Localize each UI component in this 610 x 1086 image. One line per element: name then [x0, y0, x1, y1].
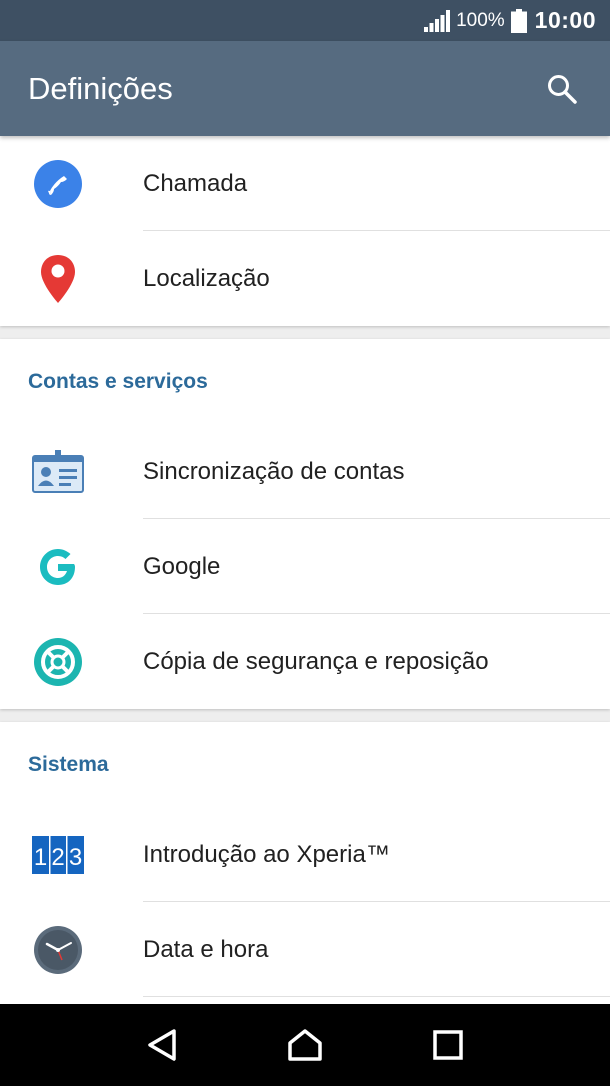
settings-item-label: Localização	[143, 264, 270, 292]
search-icon	[548, 74, 577, 104]
clock-icon	[32, 924, 84, 976]
back-icon	[147, 1029, 176, 1061]
svg-text:2: 2	[51, 844, 64, 871]
settings-list: Chamada Localização Contas e serviços Si…	[0, 136, 610, 1004]
back-button[interactable]	[132, 1015, 192, 1075]
navigation-bar	[0, 1004, 610, 1086]
xperia-intro-icon: 1 2 3	[32, 829, 84, 881]
status-time: 10:00	[534, 7, 596, 33]
status-bar: 100% 10:00	[0, 0, 610, 41]
settings-item-label: Google	[143, 552, 221, 580]
search-button[interactable]	[538, 65, 586, 113]
app-bar: Definições	[0, 41, 610, 136]
settings-item-partial[interactable]	[0, 997, 610, 1004]
settings-card-general: Chamada Localização	[0, 136, 610, 326]
section-header: Contas e serviços	[28, 369, 208, 393]
settings-item-xperia-intro[interactable]: 1 2 3 Introdução ao Xperia™	[0, 807, 610, 902]
settings-card-system: Sistema 1 2 3 Introdução ao Xperia™ Data…	[0, 722, 610, 1004]
phone-icon	[32, 158, 84, 210]
settings-item-date-time[interactable]: Data e hora	[0, 902, 610, 997]
settings-card-accounts: Contas e serviços Sincronização de conta…	[0, 339, 610, 709]
settings-item-chamada[interactable]: Chamada	[0, 136, 610, 231]
settings-item-label: Sincronização de contas	[143, 457, 405, 485]
location-pin-icon	[32, 253, 84, 305]
backup-restore-icon	[32, 636, 84, 688]
settings-item-backup[interactable]: Cópia de segurança e reposição	[0, 614, 610, 709]
signal-icon	[424, 9, 451, 32]
svg-text:1: 1	[34, 844, 47, 871]
settings-item-label: Cópia de segurança e reposição	[143, 647, 489, 675]
home-button[interactable]	[275, 1015, 335, 1075]
section-header: Sistema	[28, 752, 109, 776]
settings-item-label: Introdução ao Xperia™	[143, 840, 390, 868]
google-icon	[32, 541, 84, 593]
account-sync-icon	[32, 446, 84, 498]
page-title: Definições	[28, 70, 173, 106]
battery-percent: 100%	[456, 9, 505, 31]
svg-text:3: 3	[69, 844, 82, 871]
settings-item-label: Chamada	[143, 169, 248, 197]
battery-icon	[510, 8, 527, 33]
home-icon	[288, 1029, 322, 1061]
settings-item-label: Data e hora	[143, 935, 269, 963]
settings-item-google[interactable]: Google	[0, 519, 610, 614]
settings-item-account-sync[interactable]: Sincronização de contas	[0, 424, 610, 519]
settings-item-localizacao[interactable]: Localização	[0, 231, 610, 326]
recents-button[interactable]	[418, 1015, 478, 1075]
recents-icon	[433, 1030, 464, 1060]
